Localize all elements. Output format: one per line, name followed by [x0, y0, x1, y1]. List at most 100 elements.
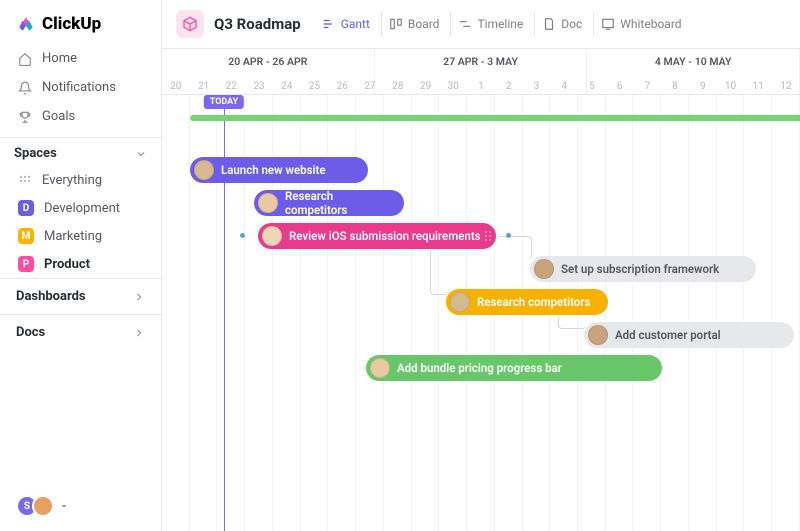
sidebar-footer: S [0, 481, 161, 531]
dashboards-label: Dashboards [16, 289, 86, 304]
day-cell: 20 [162, 81, 190, 92]
view-board[interactable]: Board [381, 12, 447, 36]
day-cell: 27 [356, 81, 384, 92]
view-doc-label: Doc [561, 17, 582, 31]
space-badge: P [18, 256, 34, 272]
space-mkt-label: Marketing [44, 229, 102, 244]
view-whiteboard-label: Whiteboard [620, 17, 681, 31]
trophy-icon [18, 110, 32, 124]
task-bar[interactable]: Launch new website [190, 157, 368, 183]
task-label: Add customer portal [615, 328, 721, 342]
assignee-avatar[interactable] [588, 325, 608, 345]
nav-goals[interactable]: Goals [0, 102, 161, 131]
board-icon [389, 17, 403, 31]
view-doc[interactable]: Doc [534, 12, 589, 36]
assignee-avatar[interactable] [534, 259, 554, 279]
space-everything[interactable]: Everything [0, 167, 161, 194]
nav-goals-label: Goals [42, 109, 75, 124]
summary-bar[interactable] [190, 115, 800, 121]
view-gantt-label: Gantt [341, 17, 370, 31]
task-bar[interactable]: Review iOS submission requirements [258, 223, 496, 249]
task-label: Launch new website [221, 163, 326, 177]
day-cell: 22 [217, 81, 245, 92]
task-bar[interactable]: Set up subscription framework [530, 256, 756, 282]
home-icon [18, 52, 32, 66]
week-label: 20 APR - 26 APR [162, 55, 374, 68]
sidebar: ClickUp Home Notifications Goals Spaces … [0, 0, 162, 531]
assignee-avatar[interactable] [194, 160, 214, 180]
assignee-avatar[interactable] [450, 292, 470, 312]
sidebar-docs[interactable]: Docs [0, 314, 161, 350]
whiteboard-icon [601, 17, 615, 31]
task-label: Research competitors [477, 295, 590, 309]
docs-label: Docs [16, 325, 45, 340]
view-gantt[interactable]: Gantt [315, 12, 377, 36]
day-cell: 24 [273, 81, 301, 92]
gantt-area[interactable]: TODAY Launch new website Research compet… [162, 95, 800, 531]
dependency-line [558, 315, 586, 329]
day-cell: 26 [328, 81, 356, 92]
space-badge: D [18, 200, 34, 216]
assignee-avatar[interactable] [258, 193, 278, 213]
day-cell: 7 [633, 81, 661, 92]
bell-icon [18, 81, 32, 95]
assignee-avatar[interactable] [370, 358, 390, 378]
nav-home[interactable]: Home [0, 44, 161, 73]
day-cell: 28 [384, 81, 412, 92]
day-cell: 2 [495, 81, 523, 92]
assignee-avatar[interactable] [262, 226, 282, 246]
page-title: Q3 Roadmap [214, 15, 301, 33]
day-cell: 9 [689, 81, 717, 92]
drag-handle[interactable] [484, 230, 492, 242]
spaces-header-label: Spaces [14, 146, 57, 161]
task-bar[interactable]: Research competitors [254, 190, 404, 216]
day-cell: 3 [523, 81, 551, 92]
main: Q3 Roadmap Gantt Board Timeline Doc Whit… [162, 0, 800, 531]
caret-down-icon[interactable] [58, 500, 70, 512]
today-badge: TODAY [204, 95, 244, 109]
space-marketing[interactable]: M Marketing [0, 222, 161, 250]
spaces-header[interactable]: Spaces [0, 137, 161, 167]
space-prod-label: Product [44, 257, 90, 272]
nav-notifications[interactable]: Notifications [0, 73, 161, 102]
space-product[interactable]: P Product [0, 250, 161, 278]
nav-home-label: Home [42, 51, 77, 66]
cube-icon [182, 16, 198, 32]
view-whiteboard[interactable]: Whiteboard [593, 12, 688, 36]
day-cell: 4 [550, 81, 578, 92]
task-bar[interactable]: Research competitors [446, 289, 608, 315]
topbar: Q3 Roadmap Gantt Board Timeline Doc Whit… [162, 0, 800, 49]
day-cell: 29 [412, 81, 440, 92]
task-label: Review iOS submission requirements [289, 229, 481, 243]
space-development[interactable]: D Development [0, 194, 161, 222]
day-cell: 11 [744, 81, 772, 92]
milestone-dot[interactable] [240, 233, 245, 238]
logo[interactable]: ClickUp [0, 0, 161, 44]
dependency-line [496, 236, 532, 260]
task-label: Set up subscription framework [561, 262, 719, 276]
day-cell: 5 [578, 81, 606, 92]
gantt-icon [322, 17, 336, 31]
task-label: Add bundle pricing progress bar [397, 361, 562, 375]
task-label: Research competitors [285, 189, 392, 217]
week-label: 4 MAY - 10 MAY [587, 55, 799, 68]
dependency-line [430, 249, 448, 295]
task-bar[interactable]: Add bundle pricing progress bar [366, 355, 662, 381]
day-cell: 8 [661, 81, 689, 92]
project-icon[interactable] [176, 10, 204, 38]
chevron-right-icon [133, 291, 145, 303]
view-timeline[interactable]: Timeline [450, 12, 530, 36]
day-row: 2021222324252627282930123456789101112 [162, 81, 800, 92]
chevron-right-icon [133, 327, 145, 339]
chevron-down-icon [135, 148, 147, 160]
nav-notifications-label: Notifications [42, 80, 116, 95]
day-cell: 10 [717, 81, 745, 92]
sidebar-dashboards[interactable]: Dashboards [0, 278, 161, 314]
doc-icon [542, 17, 556, 31]
user-avatar[interactable] [32, 495, 54, 517]
week-label: 27 APR - 3 MAY [375, 55, 587, 68]
milestone-dot[interactable] [506, 233, 511, 238]
space-badge: M [18, 228, 34, 244]
task-bar[interactable]: Add customer portal [584, 322, 794, 348]
space-dev-label: Development [44, 201, 120, 216]
